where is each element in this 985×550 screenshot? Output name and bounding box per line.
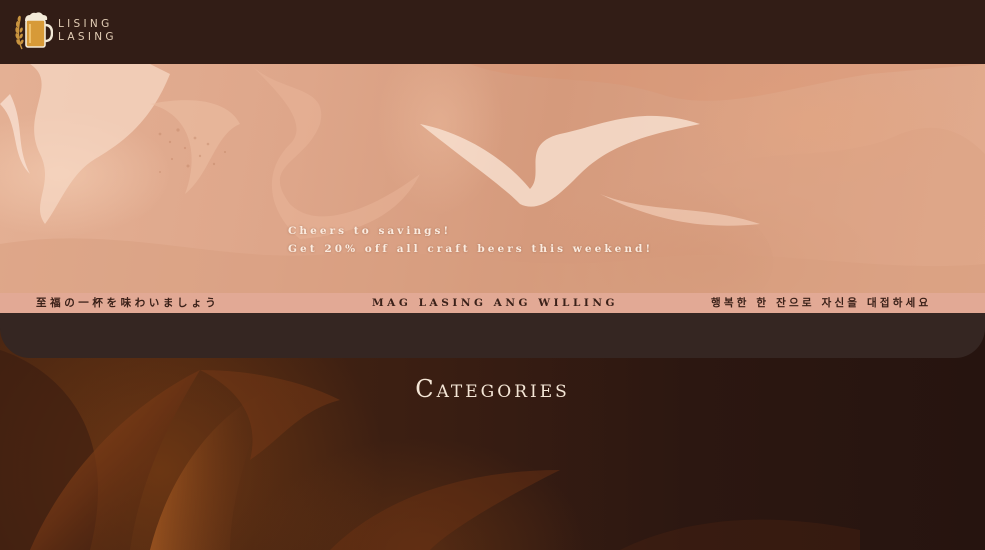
brand-name-line2: LASING bbox=[58, 31, 117, 43]
brand-logo-link[interactable]: LISING LASING bbox=[13, 9, 117, 53]
categories-heading: Categories bbox=[415, 375, 570, 403]
marquee-filipino: MAG LASING ANG WILLING bbox=[372, 297, 619, 309]
brand-name: LISING LASING bbox=[58, 18, 117, 44]
categories-section: Categories bbox=[0, 330, 985, 550]
hero-headline: Cheers to savings! bbox=[288, 225, 452, 237]
marquee-japanese: 至福の一杯を味わいましょう bbox=[36, 297, 220, 309]
brand-name-line1: LISING bbox=[58, 18, 113, 30]
marquee-korean: 행복한 한 잔으로 자신을 대접하세요 bbox=[711, 297, 932, 309]
beer-mug-with-wheat-icon bbox=[15, 12, 53, 50]
hero-background-art bbox=[0, 64, 985, 293]
hero-subheadline: Get 20% off all craft beers this weekend… bbox=[288, 243, 654, 255]
hero-banner: Cheers to savings! Get 20% off all craft… bbox=[0, 64, 985, 293]
marquee-strip: 至福の一杯を味わいましょう MAG LASING ANG WILLING 행복한… bbox=[0, 293, 985, 313]
hero-promo-text: Cheers to savings! Get 20% off all craft… bbox=[288, 222, 653, 258]
site-header: LISING LASING bbox=[0, 0, 985, 64]
categories-background-art bbox=[0, 350, 860, 550]
section-divider-band bbox=[0, 313, 985, 358]
